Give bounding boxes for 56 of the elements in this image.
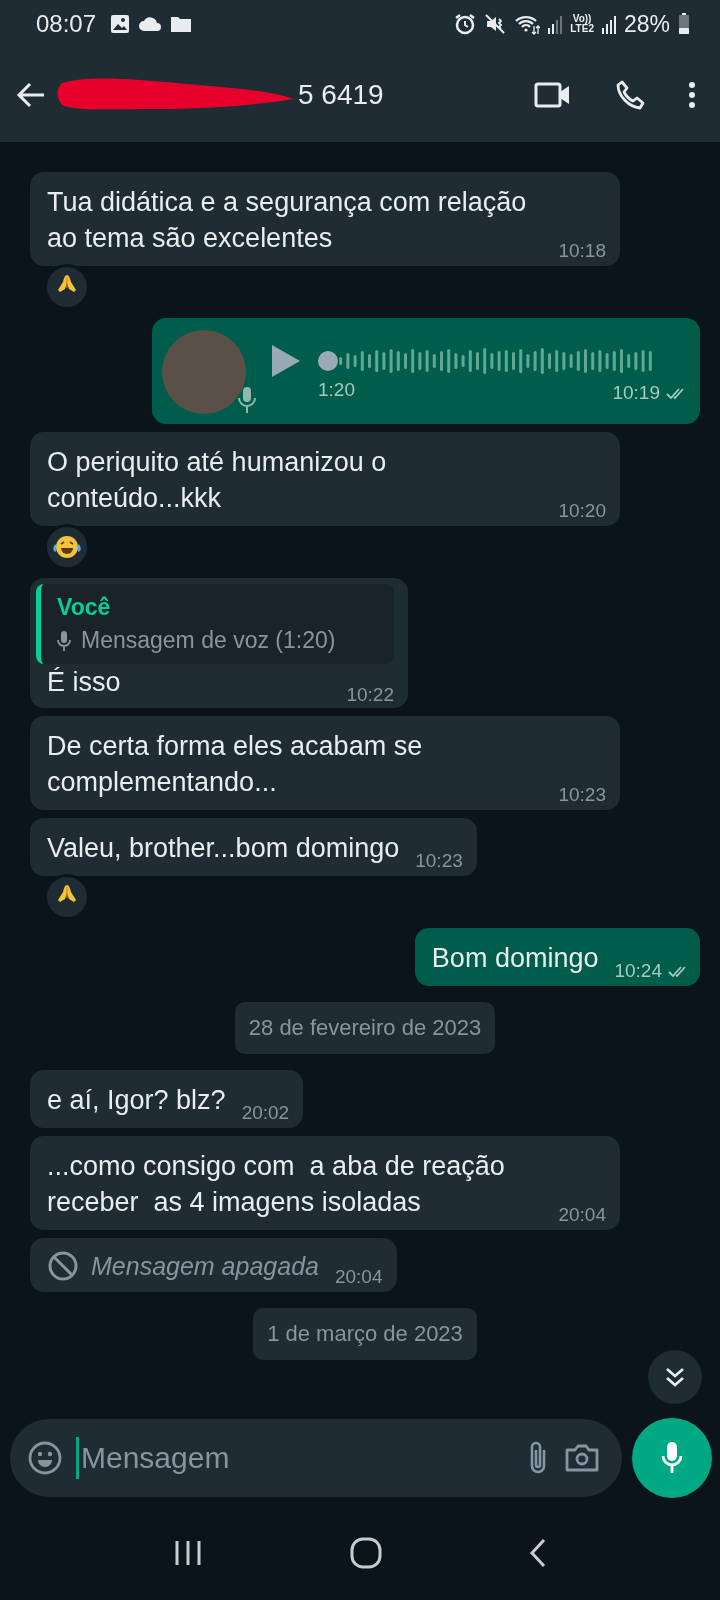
message-time: 20:02 [241,1102,290,1124]
image-icon [110,14,131,34]
battery-percent: 28% [623,10,670,38]
quote-text: Mensagem de voz (1:20) [81,627,336,654]
quoted-message[interactable]: Você Mensagem de voz (1:20) [36,584,394,664]
message-text: Bom domingo [431,942,599,975]
message-text: É isso [46,666,121,699]
signal-icon [548,14,563,34]
home-icon[interactable] [350,1536,382,1569]
microphone-icon [57,629,71,652]
voice-duration: 1:20 [318,379,355,401]
message-time: 20:04 [558,1204,606,1226]
back-arrow-icon [16,82,46,108]
play-button[interactable] [270,343,302,379]
recent-apps-icon[interactable] [173,1538,204,1567]
message-input-field[interactable]: Mensagem [10,1418,622,1497]
message-time: 10:19 [612,382,660,404]
signal-icon [601,14,616,34]
playback-thumb[interactable] [318,351,338,371]
video-camera-icon [534,81,572,109]
phone-icon [614,79,646,111]
microphone-icon [238,386,256,414]
message-time: 10:24 [614,960,662,982]
camera-icon[interactable] [564,1442,600,1473]
battery-icon [678,13,690,35]
wifi-icon [514,13,541,35]
message-text: O periquito até humanizou o conteúdo...kkk [47,446,387,515]
message-time: 10:18 [558,240,606,262]
message-time: 10:23 [558,784,606,806]
play-icon [270,343,302,379]
message-text: De certa forma eles acabam se complementando... [47,730,423,799]
smiley-icon[interactable] [28,1440,62,1475]
quote-author: Você [57,594,112,621]
message-time: 10:23 [415,850,463,872]
folder-icon [170,15,193,33]
message-time: 20:04 [334,1266,383,1288]
back-icon[interactable] [528,1537,547,1568]
scroll-down-button[interactable] [648,1350,702,1404]
deleted-message-text: Mensagem apagada [91,1251,319,1281]
contact-name[interactable]: 5 6419 [298,79,384,111]
status-time: 08:07 [36,10,97,38]
message-time: 10:22 [346,684,394,706]
volte-label: Vo)) [572,14,592,24]
alarm-icon [454,13,477,35]
cloud-icon [138,16,163,32]
message-time: 10:20 [558,500,606,522]
double-chevron-down-icon [665,1366,685,1388]
lte-label: LTE2 [570,24,594,34]
message-text: ...como consigo com a aba de reação receber as 4 imagens isoladas [47,1150,505,1219]
message-text: Tua didática e a segurança com relação ao tema são excelentes [47,186,527,255]
microphone-icon [661,1440,683,1475]
vibrate-mute-icon [484,13,507,35]
more-vertical-icon [688,81,696,109]
message-text: e aí, Igor? blz? [47,1084,226,1117]
prohibited-icon [47,1250,79,1282]
message-text: Valeu, brother...bom domingo [47,832,400,865]
